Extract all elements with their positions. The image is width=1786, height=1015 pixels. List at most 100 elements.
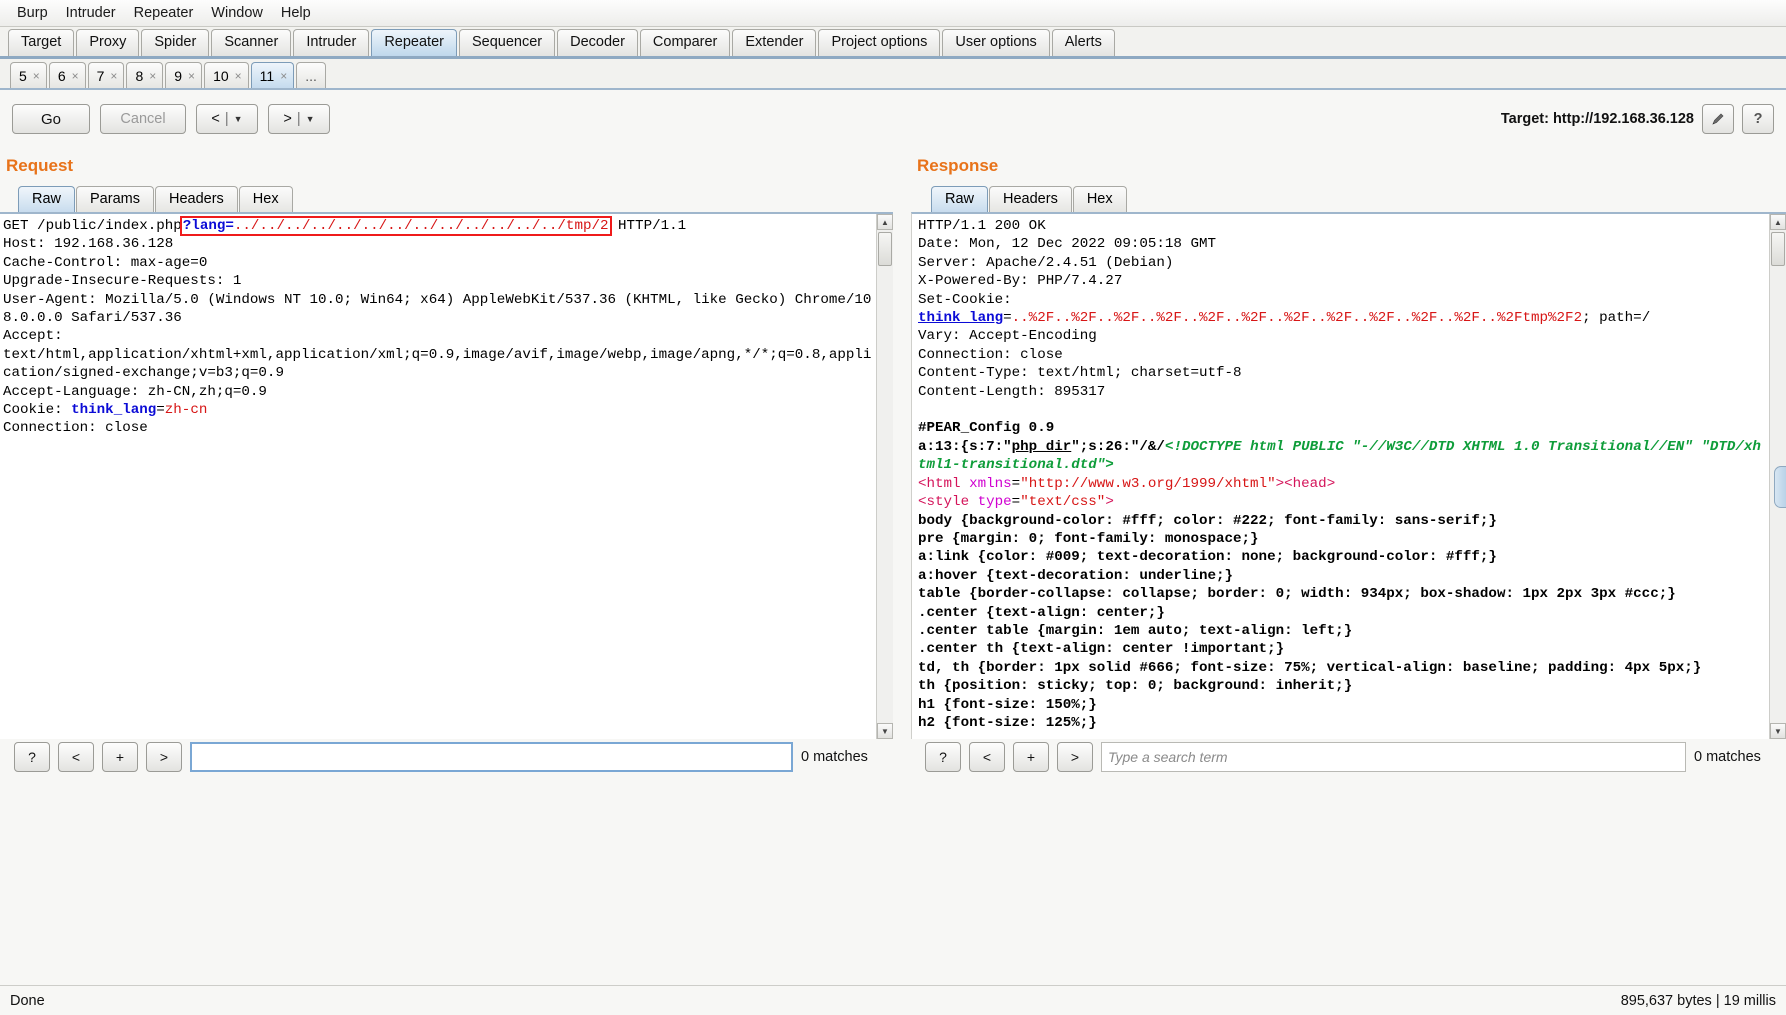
- response-search-help-button[interactable]: ?: [925, 741, 961, 772]
- menu-item-intruder[interactable]: Intruder: [57, 2, 125, 25]
- request-line: GET /public/index.php?lang=../../../../.…: [3, 216, 874, 236]
- response-line: Content-Type: text/html; charset=utf-8: [918, 364, 1767, 382]
- request-tab-params[interactable]: Params: [76, 186, 154, 212]
- next-arrow-icon: >: [283, 111, 292, 127]
- close-icon[interactable]: ×: [188, 69, 195, 83]
- request-token: HTTP/1.1: [609, 218, 687, 234]
- response-token: type: [969, 494, 1012, 511]
- menu-item-repeater[interactable]: Repeater: [125, 2, 203, 25]
- request-token: Connection: close: [3, 420, 148, 437]
- scrollbar-thumb[interactable]: [1771, 232, 1785, 266]
- request-search-next-button[interactable]: >: [146, 741, 182, 772]
- response-tab-hex[interactable]: Hex: [1072, 186, 1127, 212]
- repeater-tab-label: 11: [259, 67, 275, 84]
- pencil-icon[interactable]: [1702, 104, 1734, 134]
- response-tab-headers[interactable]: Headers: [989, 186, 1072, 212]
- response-line: Vary: Accept-Encoding: [918, 327, 1767, 345]
- response-tab-raw[interactable]: Raw: [931, 186, 989, 212]
- cancel-button[interactable]: Cancel: [100, 104, 186, 134]
- close-icon[interactable]: ×: [149, 69, 156, 83]
- repeater-tab-11[interactable]: 11 ×: [250, 62, 295, 88]
- response-search-row: ? < + >0 matches: [893, 733, 1786, 775]
- close-icon[interactable]: ×: [280, 69, 287, 83]
- inspector-expand-handle[interactable]: [1774, 466, 1786, 508]
- request-search-input[interactable]: [190, 741, 793, 772]
- scrollbar-thumb[interactable]: [878, 232, 892, 266]
- response-line: .center {text-align: center;}: [918, 604, 1767, 622]
- scroll-up-icon[interactable]: ▲: [877, 214, 893, 230]
- request-line: Upgrade-Insecure-Requests: 1: [3, 272, 874, 290]
- request-token: zh-cn: [164, 402, 208, 419]
- repeater-tab-10[interactable]: 10 ×: [204, 62, 249, 88]
- tab-user-options[interactable]: User options: [942, 29, 1050, 56]
- request-token: text/html,application/xhtml+xml,applicat…: [3, 346, 872, 382]
- response-line: Set-Cookie:: [918, 291, 1767, 309]
- request-editor-wrap: GET /public/index.php?lang=../../../../.…: [0, 212, 893, 739]
- tab-target[interactable]: Target: [8, 29, 75, 56]
- response-token: >: [1105, 494, 1114, 511]
- request-line: text/html,application/xhtml+xml,applicat…: [3, 346, 874, 383]
- tab-decoder[interactable]: Decoder: [557, 29, 638, 56]
- repeater-tab-8[interactable]: 8 ×: [126, 62, 164, 88]
- response-search-next-button[interactable]: >: [1057, 741, 1093, 772]
- close-icon[interactable]: ×: [110, 69, 117, 83]
- close-icon[interactable]: ×: [33, 69, 40, 83]
- response-line: X-Powered-By: PHP/7.4.27: [918, 272, 1767, 290]
- close-icon[interactable]: ×: [72, 69, 79, 83]
- previous-request-button[interactable]: < | ▼: [196, 104, 258, 134]
- response-search-input[interactable]: [1101, 741, 1686, 772]
- response-editor[interactable]: HTTP/1.1 200 OK Date: Mon, 12 Dec 2022 09…: [912, 214, 1769, 739]
- request-search-help-button[interactable]: ?: [14, 741, 50, 772]
- request-scrollbar[interactable]: ▲ ▼: [876, 214, 893, 739]
- tab-project-options[interactable]: Project options: [818, 29, 941, 56]
- menu-item-window[interactable]: Window: [202, 2, 272, 25]
- response-token: "http://www.w3.org/1999/xhtml": [1020, 475, 1276, 492]
- tab-comparer[interactable]: Comparer: [639, 29, 731, 56]
- response-line: a:hover {text-decoration: underline;}: [918, 567, 1767, 585]
- close-icon[interactable]: ×: [235, 69, 242, 83]
- request-tab-hex[interactable]: Hex: [238, 186, 293, 212]
- tab-intruder[interactable]: Intruder: [293, 29, 370, 56]
- response-token: a:link {color: #009; text-decoration: no…: [918, 549, 1497, 566]
- response-search-add-button[interactable]: +: [1013, 741, 1049, 772]
- response-token: Content-Type: text/html; charset=utf-8: [918, 365, 1242, 382]
- menu-item-help[interactable]: Help: [272, 2, 320, 25]
- request-tab-raw[interactable]: Raw: [18, 186, 76, 212]
- tab-sequencer[interactable]: Sequencer: [458, 29, 556, 56]
- tab-proxy[interactable]: Proxy: [76, 29, 140, 56]
- menu-item-burp[interactable]: Burp: [8, 2, 57, 25]
- response-token: X-Powered-By: PHP/7.4.27: [918, 273, 1123, 290]
- tab-extender[interactable]: Extender: [732, 29, 817, 56]
- repeater-tab-overflow[interactable]: ...: [296, 62, 326, 88]
- next-request-button[interactable]: > | ▼: [268, 104, 330, 134]
- tab-spider[interactable]: Spider: [141, 29, 210, 56]
- response-line: HTTP/1.1 200 OK: [918, 217, 1767, 235]
- response-line: <html xmlns="http://www.w3.org/1999/xhtm…: [918, 475, 1767, 493]
- response-search-prev-button[interactable]: <: [969, 741, 1005, 772]
- previous-arrow-icon: <: [211, 111, 220, 127]
- response-token: Connection: close: [918, 346, 1063, 363]
- response-line: h1 {font-size: 150%;}: [918, 696, 1767, 714]
- payload-highlight-box: ?lang=../../../../../../../../../../../.…: [179, 216, 612, 236]
- request-search-add-button[interactable]: +: [102, 741, 138, 772]
- request-token: ?lang=: [182, 218, 234, 234]
- response-token: think_lang: [918, 310, 1004, 327]
- repeater-tab-5[interactable]: 5 ×: [10, 62, 47, 88]
- go-button[interactable]: Go: [12, 104, 90, 134]
- help-button[interactable]: ?: [1742, 104, 1774, 134]
- request-token: =: [156, 402, 165, 419]
- response-line: td, th {border: 1px solid #666; font-siz…: [918, 659, 1767, 677]
- scroll-up-icon[interactable]: ▲: [1770, 214, 1786, 230]
- tab-repeater[interactable]: Repeater: [371, 29, 457, 56]
- repeater-tab-9[interactable]: 9 ×: [165, 62, 203, 88]
- request-search-prev-button[interactable]: <: [58, 741, 94, 772]
- request-token: Cookie:: [3, 402, 72, 419]
- repeater-tab-6[interactable]: 6 ×: [48, 62, 86, 88]
- request-tab-headers[interactable]: Headers: [154, 186, 238, 212]
- tab-scanner[interactable]: Scanner: [211, 29, 292, 56]
- repeater-tab-7[interactable]: 7 ×: [87, 62, 125, 88]
- tab-alerts[interactable]: Alerts: [1051, 29, 1115, 56]
- request-token: Accept-Language: zh-CN,zh;q=0.9: [3, 383, 267, 400]
- search-row-container: ? < + >0 matches ? < + >0 matches: [0, 733, 1786, 775]
- request-editor[interactable]: GET /public/index.php?lang=../../../../.…: [0, 214, 876, 739]
